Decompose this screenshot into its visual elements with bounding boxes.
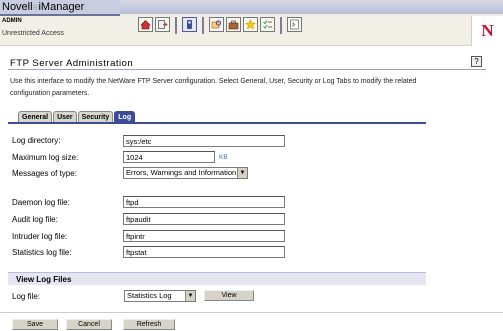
page-title: FTP Server Administration [10, 58, 134, 69]
view-button[interactable]: View [204, 290, 254, 301]
intruder-log-field[interactable] [123, 230, 285, 242]
header-toolbar [138, 17, 302, 35]
log-file-select[interactable]: Statistics Log ▼ [124, 290, 196, 302]
max-log-size-label: Maximum log size: [12, 153, 79, 162]
daemon-log-label: Daemon log file: [12, 198, 70, 207]
roles-tasks-icon[interactable] [182, 17, 197, 32]
brand-product: iManager [38, 1, 85, 13]
view-objects-icon[interactable] [209, 17, 224, 32]
refresh-button[interactable]: Refresh [123, 319, 175, 330]
exit-icon[interactable] [155, 17, 170, 32]
title-divider [8, 69, 486, 70]
save-button[interactable]: Save [12, 319, 58, 330]
messages-type-select[interactable]: Errors, Warnings and Information ▼ [123, 167, 248, 179]
current-user: ADMIN [2, 18, 22, 24]
tab-bar: General User Security Log [18, 111, 136, 122]
footer-divider [0, 312, 503, 313]
help-icon[interactable] [287, 17, 302, 32]
preferences-icon[interactable] [260, 17, 275, 32]
daemon-log-field[interactable] [123, 196, 285, 208]
cancel-button[interactable]: Cancel [66, 319, 112, 330]
tab-divider [8, 122, 426, 124]
page-help-icon[interactable]: ? [471, 56, 482, 67]
log-directory-field[interactable] [123, 135, 285, 147]
audit-log-label: Audit log file: [12, 215, 58, 224]
access-level: Unrestricted Access [2, 30, 64, 37]
messages-type-value: Errors, Warnings and Information [126, 168, 237, 177]
size-unit: KB [219, 154, 228, 161]
logo-letter: N [481, 21, 494, 40]
log-file-value: Statistics Log [127, 291, 172, 300]
log-directory-label: Log directory: [12, 136, 61, 145]
home-icon[interactable] [138, 17, 153, 32]
favorites-icon[interactable] [243, 17, 258, 32]
top-header: Novell®iManager ADMIN Unrestricted Acces… [0, 0, 503, 46]
header-band [118, 0, 503, 14]
tab-security[interactable]: Security [77, 111, 114, 122]
brand-name: Novell [2, 1, 33, 13]
log-file-label: Log file: [12, 292, 41, 301]
tab-general[interactable]: General [18, 111, 53, 122]
audit-log-field[interactable] [123, 213, 285, 225]
chevron-down-icon: ▼ [185, 291, 195, 301]
max-log-size-field[interactable] [123, 151, 215, 163]
tab-log[interactable]: Log [114, 111, 136, 122]
messages-type-label: Messages of type: [12, 169, 77, 178]
configure-icon[interactable] [226, 17, 241, 32]
view-logs-title: View Log Files [16, 275, 72, 284]
statistics-log-field[interactable] [123, 246, 285, 258]
brand-logo: Novell®iManager [0, 0, 120, 14]
intruder-log-label: Intruder log file: [12, 232, 68, 241]
statistics-log-label: Statistics log file: [12, 248, 72, 257]
toolbar-separator [202, 17, 204, 34]
page-description: Use this interface to modify the NetWare… [10, 78, 417, 97]
novell-logo: N [471, 16, 503, 46]
toolbar-separator [175, 17, 177, 34]
toolbar-separator [280, 17, 282, 34]
tab-user[interactable]: User [53, 111, 77, 122]
chevron-down-icon: ▼ [237, 168, 247, 178]
brand-underline [0, 14, 120, 16]
